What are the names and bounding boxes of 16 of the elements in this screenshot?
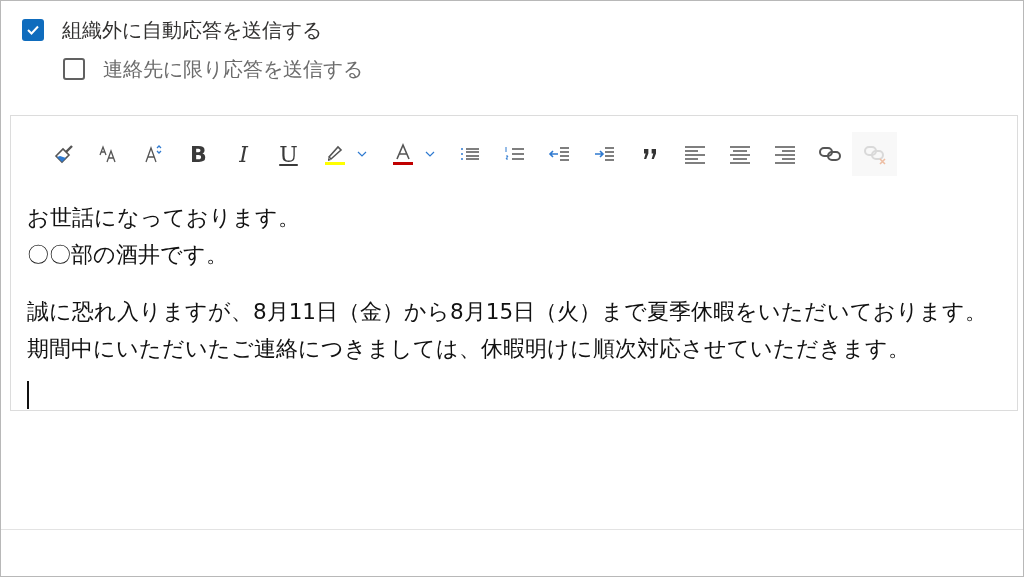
checkbox[interactable] [22, 19, 44, 41]
chevron-icon [425, 151, 435, 157]
quote-icon [643, 149, 656, 159]
format-button[interactable]: B [176, 132, 221, 176]
body-text: 〇〇部の酒井です。 [27, 241, 229, 269]
body-text: お世話になっております。 [27, 204, 301, 232]
font-color-icon [391, 142, 415, 166]
checkbox-label: 連絡先に限り応答を送信する [103, 56, 363, 82]
body-text: 誠に恐れ入りますが、8月11日（金）から8月15日（火）まで夏季休暇をいただいております。 [27, 298, 989, 326]
format-button[interactable]: U [266, 132, 311, 176]
checkbox[interactable] [63, 58, 85, 80]
format-button[interactable]: I [221, 132, 266, 176]
chevron-icon [357, 151, 367, 157]
checkbox-label: 組織外に自動応答を送信する [62, 17, 322, 43]
checkmark-icon [27, 25, 39, 35]
body-text: 期間中にいただいたご連絡につきましては、休暇明けに順次対応させていただきます。 [27, 335, 911, 363]
